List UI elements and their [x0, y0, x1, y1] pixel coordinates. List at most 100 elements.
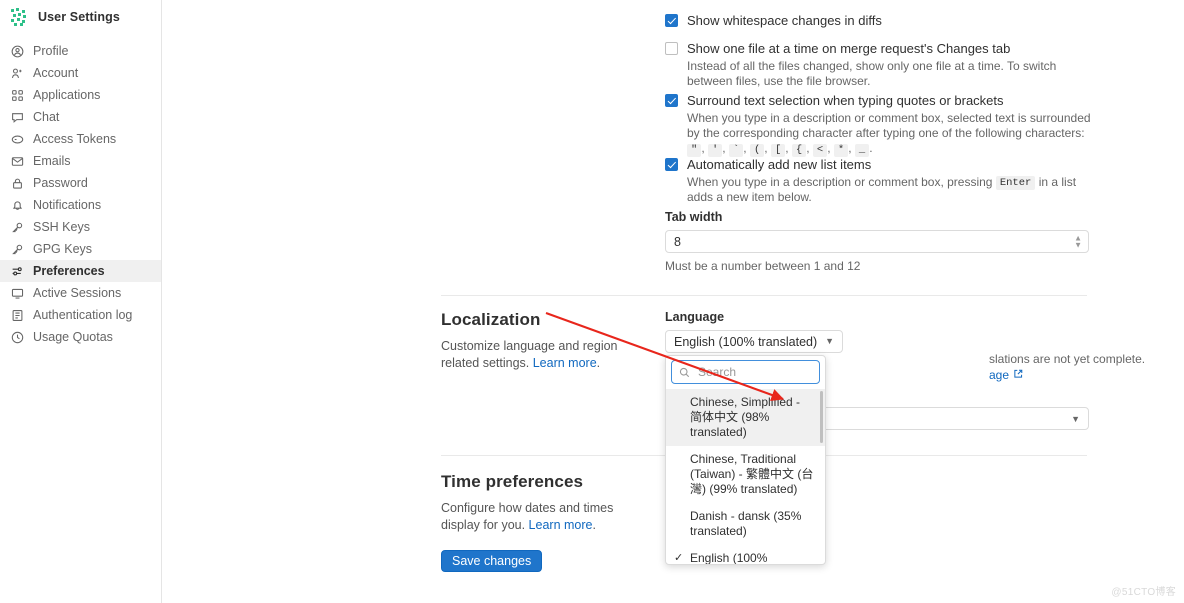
- char-badge: <: [812, 144, 828, 157]
- sidebar-item-label: Profile: [33, 44, 69, 58]
- auto-list-items-label: Automatically add new list items: [687, 157, 872, 172]
- chat-icon: [10, 110, 24, 124]
- char-badge: `: [728, 144, 744, 157]
- sidebar-item-ssh-keys[interactable]: SSH Keys: [0, 216, 161, 238]
- language-option[interactable]: Chinese, Simplified - 简体中文 (98% translat…: [666, 389, 825, 446]
- time-desc-post: .: [592, 518, 596, 532]
- sidebar-title: User Settings: [38, 10, 120, 24]
- tab-width-group: Tab width 8 ▲ ▼ Must be a number between…: [665, 210, 1089, 273]
- sidebar-item-label: Password: [33, 176, 88, 190]
- quota-icon: [10, 330, 24, 344]
- sidebar-item-authentication-log[interactable]: Authentication log: [0, 304, 161, 326]
- sidebar-item-usage-quotas[interactable]: Usage Quotas: [0, 326, 161, 348]
- sidebar-item-notifications[interactable]: Notifications: [0, 194, 161, 216]
- external-link-icon: [1013, 367, 1023, 383]
- sidebar-item-label: Account: [33, 66, 79, 80]
- user-avatar-icon: [8, 6, 30, 28]
- tab-width-input[interactable]: 8 ▲ ▼: [665, 230, 1089, 253]
- translation-note-text: slations are not yet complete.: [989, 352, 1146, 366]
- translation-note: slations are not yet complete. age: [989, 351, 1184, 383]
- time-preferences-learn-more-link[interactable]: Learn more: [529, 518, 593, 532]
- localization-desc-post: .: [596, 356, 601, 370]
- watermark: @51CTO博客: [1111, 587, 1176, 598]
- lock-icon: [10, 176, 24, 190]
- surround-help-line2: corresponding character after typing one…: [723, 126, 1085, 140]
- account-icon: [10, 66, 24, 80]
- section-divider: [441, 295, 1087, 296]
- sidebar-header: User Settings: [0, 0, 161, 36]
- sidebar-nav: Profile Account Applications Chat Access…: [0, 40, 161, 348]
- time-preferences-section: Time preferences Configure how dates and…: [441, 472, 646, 572]
- one-file-at-a-time-checkbox[interactable]: [665, 42, 678, 55]
- enter-key-badge: Enter: [995, 176, 1036, 190]
- sidebar-item-profile[interactable]: Profile: [0, 40, 161, 62]
- auto-list-items-checkbox[interactable]: [665, 158, 678, 171]
- language-dropdown-toggle[interactable]: English (100% translated) ▼: [665, 330, 844, 353]
- sidebar-item-label: Notifications: [33, 198, 102, 212]
- auto-list-help-post2: below.: [777, 190, 812, 204]
- token-icon: [10, 132, 24, 146]
- localization-learn-more-link[interactable]: Learn more: [533, 356, 597, 370]
- sidebar-item-preferences[interactable]: Preferences: [0, 260, 161, 282]
- sidebar-item-label: Chat: [33, 110, 60, 124]
- search-icon: [679, 367, 690, 378]
- auto-list-items-help: When you type in a description or commen…: [687, 175, 1093, 205]
- setting-show-whitespace: Show whitespace changes in diffs: [665, 13, 1093, 29]
- setting-auto-list-items: Automatically add new list items When yo…: [665, 157, 1093, 205]
- sidebar-item-applications[interactable]: Applications: [0, 84, 161, 106]
- language-option[interactable]: Chinese, Traditional (Taiwan) - 繁體中文 (台灣…: [666, 446, 825, 503]
- time-preferences-description: Configure how dates and times display fo…: [441, 500, 636, 534]
- tab-width-stepper[interactable]: ▲ ▼: [1074, 234, 1082, 249]
- sidebar-item-label: Access Tokens: [33, 132, 117, 146]
- tab-width-help: Must be a number between 1 and 12: [665, 259, 861, 273]
- auto-list-help-pre: When you type in a description or commen…: [687, 175, 993, 189]
- translation-page-link[interactable]: age: [989, 367, 1009, 383]
- sidebar-item-label: Preferences: [33, 264, 105, 278]
- show-whitespace-label: Show whitespace changes in diffs: [687, 13, 882, 28]
- sidebar-item-account[interactable]: Account: [0, 62, 161, 84]
- key-icon: [10, 220, 24, 234]
- sidebar-item-label: Usage Quotas: [33, 330, 113, 344]
- language-option-label: Chinese, Traditional (Taiwan) - 繁體中文 (台灣…: [690, 452, 814, 496]
- show-whitespace-checkbox[interactable]: [665, 14, 678, 27]
- sidebar-item-label: SSH Keys: [33, 220, 90, 234]
- sidebar-item-active-sessions[interactable]: Active Sessions: [0, 282, 161, 304]
- applications-icon: [10, 88, 24, 102]
- localization-title: Localization: [441, 310, 541, 329]
- language-option[interactable]: Danish - dansk (35% translated): [666, 503, 825, 545]
- language-option-label: Chinese, Simplified - 简体中文 (98% translat…: [690, 395, 801, 439]
- char-badge: [: [770, 144, 786, 157]
- dropdown-search-wrap: [666, 356, 825, 387]
- sidebar-item-password[interactable]: Password: [0, 172, 161, 194]
- save-changes-button[interactable]: Save changes: [441, 550, 543, 572]
- surround-selection-checkbox[interactable]: [665, 94, 678, 107]
- surround-selection-help: When you type in a description or commen…: [687, 111, 1091, 157]
- bell-icon: [10, 198, 24, 212]
- surround-selection-label: Surround text selection when typing quot…: [687, 93, 1004, 108]
- dropdown-scrollbar[interactable]: [820, 391, 823, 443]
- sidebar-item-label: GPG Keys: [33, 242, 93, 256]
- char-badge: {: [791, 144, 807, 157]
- char-badge: _: [854, 144, 870, 157]
- sidebar-item-label: Authentication log: [33, 308, 133, 322]
- log-icon: [10, 308, 24, 322]
- monitor-icon: [10, 286, 24, 300]
- language-option-selected[interactable]: ✓ English (100% translated): [666, 545, 825, 564]
- check-icon: ✓: [674, 552, 684, 564]
- sidebar-item-chat[interactable]: Chat: [0, 106, 161, 128]
- char-badge: *: [833, 144, 849, 157]
- sidebar-item-label: Applications: [33, 88, 101, 102]
- stepper-down-icon[interactable]: ▼: [1074, 241, 1082, 249]
- settings-sidebar: User Settings Profile Account Applicatio…: [0, 0, 162, 603]
- profile-icon: [10, 44, 24, 58]
- sidebar-item-access-tokens[interactable]: Access Tokens: [0, 128, 161, 150]
- sidebar-item-gpg-keys[interactable]: GPG Keys: [0, 238, 161, 260]
- chevron-down-icon: ▼: [1071, 413, 1080, 424]
- language-options-list[interactable]: Chinese, Simplified - 简体中文 (98% translat…: [666, 387, 825, 564]
- chevron-down-icon: ▼: [825, 336, 835, 346]
- char-badge: ': [707, 144, 723, 157]
- sidebar-item-emails[interactable]: Emails: [0, 150, 161, 172]
- language-search-box[interactable]: [671, 360, 820, 384]
- language-search-input[interactable]: [696, 364, 812, 380]
- one-file-at-a-time-help: Instead of all the files changed, show o…: [687, 59, 1057, 88]
